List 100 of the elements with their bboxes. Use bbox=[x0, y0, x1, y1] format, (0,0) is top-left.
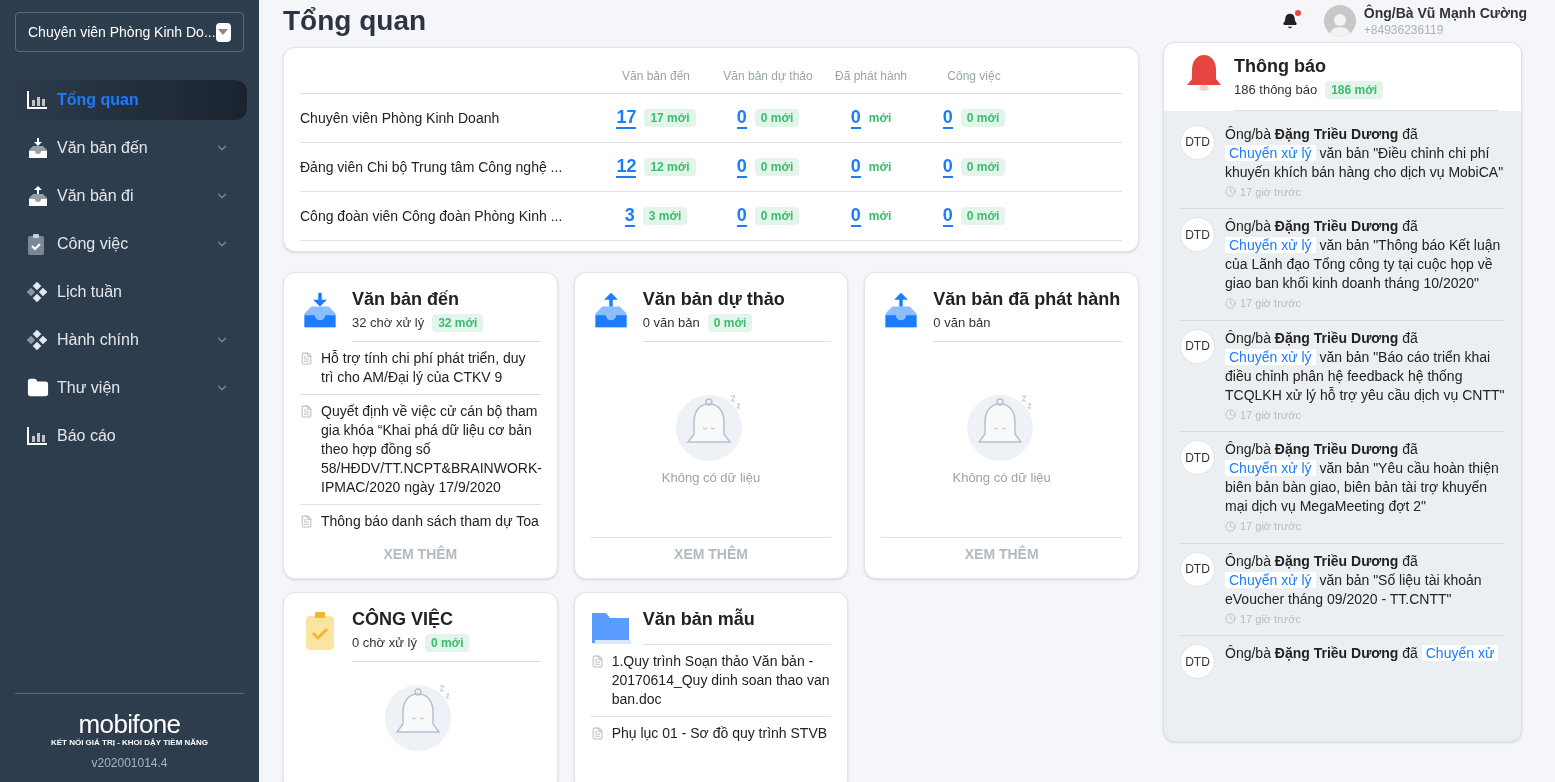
forward-link[interactable]: Chuyển xử lý bbox=[1225, 144, 1316, 161]
row-label: Đảng viên Chi bộ Trung tâm Công nghệ ... bbox=[300, 157, 564, 177]
panel-title: Thông báo bbox=[1234, 55, 1327, 78]
folder-icon bbox=[27, 377, 49, 399]
card-title: Văn bản dự thảo bbox=[642, 288, 786, 311]
count-link[interactable]: 0 bbox=[736, 107, 747, 129]
count-link[interactable]: 12 bbox=[616, 156, 637, 178]
count-link[interactable]: 0 bbox=[942, 156, 953, 178]
bar-chart-icon bbox=[27, 427, 47, 445]
forward-link[interactable]: Chuyển xử lý bbox=[1225, 237, 1316, 253]
notification-bell-button[interactable] bbox=[1281, 13, 1298, 29]
empty-state-text: Không có dữ liệu bbox=[661, 469, 761, 488]
user-avatar bbox=[1323, 5, 1356, 37]
document-icon bbox=[300, 404, 313, 418]
user-initials-avatar: DTD bbox=[1180, 644, 1215, 679]
new-count-badge: 0 mới bbox=[754, 158, 800, 176]
sidebar-menu-item[interactable]: Hành chính bbox=[0, 320, 247, 360]
column-header: Văn bản dự thảo bbox=[722, 67, 814, 85]
page-title: Tổng quan bbox=[283, 4, 428, 38]
forward-link[interactable]: Chuyển xử lý bbox=[1225, 571, 1316, 588]
sidebar-menu-item[interactable]: Công việc bbox=[0, 224, 247, 264]
new-count-badge: 0 mới bbox=[960, 158, 1006, 176]
document-icon bbox=[590, 727, 604, 740]
bell-icon bbox=[1281, 13, 1298, 29]
diamonds-icon bbox=[27, 330, 47, 350]
new-count-badge: 0 mới bbox=[960, 109, 1006, 127]
inbox-download-icon bbox=[301, 291, 339, 329]
forward-link[interactable]: Chuyển xử lý bbox=[1225, 348, 1316, 365]
row-label: Công đoàn viên Công đoàn Phòng Kinh ... bbox=[300, 206, 564, 226]
inbox-upload-icon bbox=[27, 185, 49, 207]
count-link[interactable]: 0 bbox=[942, 107, 953, 129]
version-text: v202001014.4 bbox=[91, 755, 168, 772]
forward-link[interactable]: Chuyển xử bbox=[1421, 645, 1499, 661]
new-count-badge: 12 mới bbox=[644, 158, 696, 176]
document-link[interactable]: Thông báo danh sách tham dự Toa bbox=[321, 511, 539, 531]
count-link[interactable]: 0 bbox=[850, 107, 861, 129]
new-count-badge: 186 mới bbox=[1325, 80, 1384, 99]
document-icon bbox=[300, 514, 313, 528]
sidebar-menu-item[interactable]: Văn bản đi bbox=[0, 176, 247, 216]
clipboard-check-icon bbox=[305, 611, 335, 651]
new-label: mới bbox=[868, 159, 892, 176]
new-count-badge: 17 mới bbox=[644, 109, 696, 127]
new-count-badge: 32 mới bbox=[432, 313, 484, 332]
sidebar-menu-item[interactable]: Văn bản đến bbox=[0, 128, 247, 168]
notification-text: Ông/bà Đặng Triều Dương đã Chuyển xử lý văn bản "Thông báo Kết luận của Lãnh đạo Tổng công ty tại cuộc họp về giao ban khối kinh doanh tháng 10/2020" bbox=[1225, 217, 1502, 293]
new-count-badge: 0 mới bbox=[707, 313, 753, 332]
clock-icon bbox=[1225, 520, 1236, 532]
user-initials-avatar: DTD bbox=[1180, 328, 1215, 364]
count-link[interactable]: 0 bbox=[850, 156, 861, 178]
user-initials-avatar: DTD bbox=[1180, 124, 1215, 160]
count-link[interactable]: 3 bbox=[624, 205, 635, 227]
count-link[interactable]: 17 bbox=[616, 107, 637, 129]
card-subtitle: 32 chờ xử lý bbox=[352, 314, 425, 332]
user-initials-avatar: DTD bbox=[1180, 551, 1215, 587]
forward-link[interactable]: Chuyển xử lý bbox=[1225, 460, 1316, 476]
mobifone-logo: mobifone bbox=[78, 710, 181, 738]
card-subtitle: 0 văn bản bbox=[642, 314, 700, 332]
new-count-badge: 3 mới bbox=[642, 207, 688, 225]
count-link[interactable]: 0 bbox=[736, 156, 747, 178]
card-title: CÔNG VIỆC bbox=[352, 607, 454, 631]
new-count-badge: 0 mới bbox=[754, 109, 800, 127]
role-select[interactable]: Chuyên viên Phòng Kinh Do... bbox=[15, 12, 244, 52]
count-link[interactable]: 0 bbox=[736, 205, 747, 227]
card-subtitle: 0 văn bản bbox=[933, 314, 991, 332]
column-header: Đã phát hành bbox=[833, 67, 909, 85]
inbox-download-icon bbox=[27, 137, 49, 159]
document-icon bbox=[300, 351, 313, 365]
notification-count: 186 thông báo bbox=[1234, 81, 1318, 99]
count-link[interactable]: 0 bbox=[850, 205, 861, 227]
user-phone: +84936236119 bbox=[1363, 22, 1445, 38]
role-select-value: Chuyên viên Phòng Kinh Do... bbox=[28, 22, 216, 42]
document-link[interactable]: Hỗ trợ tính chi phí phát triển, duy trì cho AM/Đại lý của CTKV 9 bbox=[321, 348, 541, 387]
empty-state-text: Không có dữ liệu bbox=[952, 469, 1051, 488]
notification-text: Ông/bà Đặng Triều Dương đã Chuyển xử lý văn bản "Yêu cầu hoàn thiện biên bản bàn giao, biên bản tài trợ khuyến mại dịch vụ MegaMeeting đợt 2" bbox=[1225, 440, 1500, 516]
sidebar-menu-item[interactable]: Lịch tuần bbox=[0, 272, 247, 312]
document-icon bbox=[590, 655, 604, 668]
document-link[interactable]: 1.Quy trình Soạn thảo Văn bản - 20170614_Quy dinh soan thao van ban.doc bbox=[611, 652, 832, 709]
clock-icon bbox=[1225, 186, 1236, 198]
folder-icon bbox=[590, 611, 631, 645]
new-count-badge: 0 mới bbox=[754, 207, 800, 225]
clock-icon bbox=[1225, 409, 1236, 421]
clipboard-icon bbox=[27, 233, 45, 255]
logo-tagline: KẾT NỐI GIÁ TRỊ - KHOI DẬY TIỀM NĂNG bbox=[50, 738, 209, 748]
new-label: mới bbox=[868, 110, 892, 127]
user-initials-avatar: DTD bbox=[1180, 440, 1215, 475]
new-count-badge: 0 mới bbox=[960, 207, 1006, 225]
card-title: Văn bản mẫu bbox=[642, 607, 756, 631]
count-link[interactable]: 0 bbox=[942, 205, 953, 227]
clock-icon bbox=[1225, 613, 1236, 625]
dropdown-caret-icon bbox=[215, 22, 231, 42]
bar-chart-icon bbox=[27, 91, 47, 109]
new-count-badge: 0 mới bbox=[424, 633, 470, 652]
card-subtitle: 0 chờ xử lý bbox=[352, 634, 417, 652]
sidebar-menu-item[interactable]: Báo cáo bbox=[0, 416, 247, 456]
notification-text: Ông/bà Đặng Triều Dương đã Chuyển xử lý văn bản "Điều chỉnh chi phí khuyến khích bán hàng cho dịch vụ MobiCA" bbox=[1225, 124, 1505, 182]
notification-text: Ông/bà Đặng Triều Dương đã Chuyển xử bbox=[1225, 644, 1505, 663]
bell-icon bbox=[1186, 53, 1222, 93]
document-link[interactable]: Quyết định về việc cử cán bộ tham gia khóa “Khai phá dữ liệu cơ bản theo hợp đồng số 58/HĐDV/TT.NCPT&BRAINWORK-IPMAC/2020 ngày 17/9/2020 bbox=[321, 401, 542, 497]
sidebar-menu-item[interactable]: Thư viện bbox=[0, 368, 247, 408]
document-link[interactable]: Phụ lục 01 - Sơ đồ quy trình STVB bbox=[611, 724, 828, 743]
